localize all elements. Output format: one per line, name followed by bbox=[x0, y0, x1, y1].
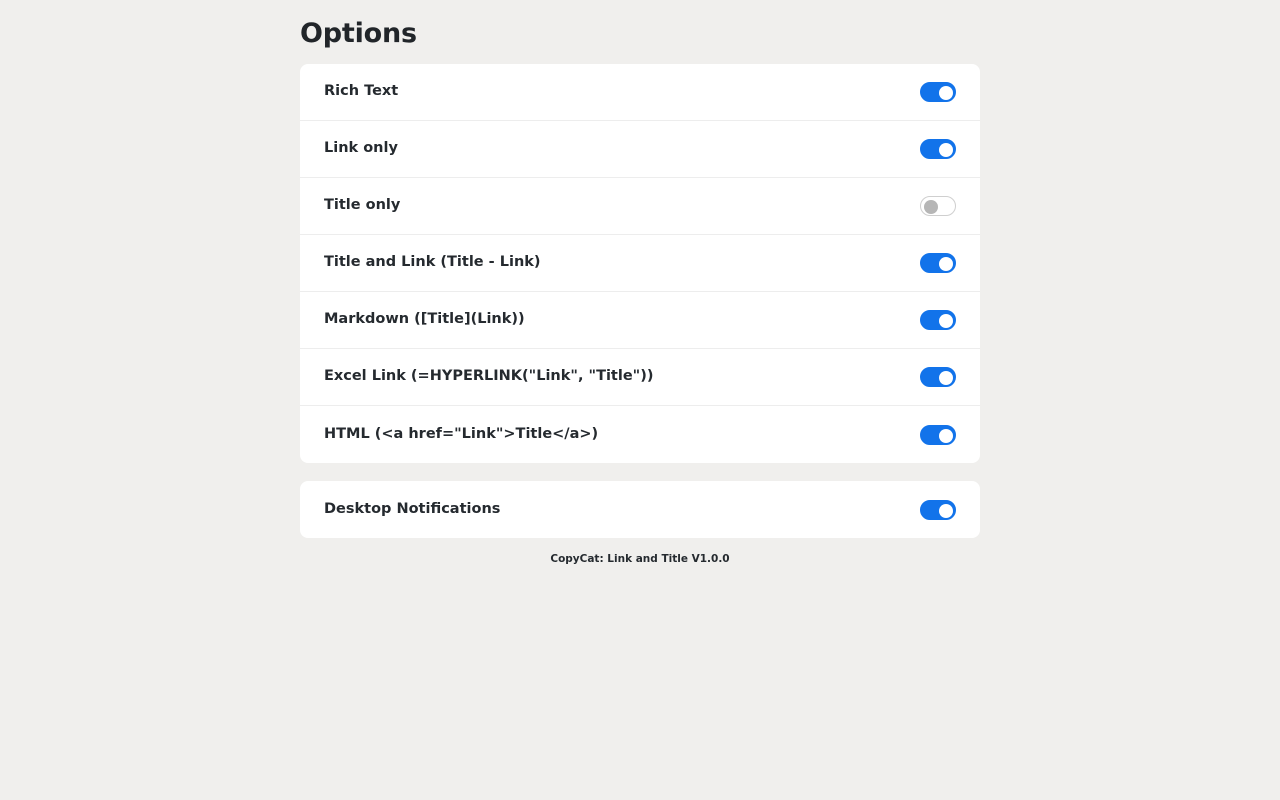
option-label: Title only bbox=[324, 197, 401, 214]
toggle-knob-icon bbox=[939, 503, 953, 518]
option-label: Title and Link (Title - Link) bbox=[324, 254, 541, 271]
footer-version-text: CopyCat: Link and Title V1.0.0 bbox=[550, 553, 730, 565]
option-row-title-only[interactable]: Title only bbox=[300, 178, 980, 235]
option-label: Desktop Notifications bbox=[324, 500, 501, 517]
toggle-knob-icon bbox=[939, 428, 953, 443]
toggle-markdown-title-link[interactable] bbox=[920, 310, 956, 330]
options-page: Options Rich Text Link only Title only Titl… bbox=[0, 0, 1280, 800]
option-label: Link only bbox=[324, 140, 398, 157]
toggle-knob-icon bbox=[939, 371, 953, 385]
option-label: Excel Link (=HYPERLINK("Link", "Title")) bbox=[324, 368, 654, 385]
toggle-knob-icon bbox=[939, 86, 953, 100]
options-content: Options Rich Text Link only Title only Titl… bbox=[300, 0, 980, 566]
option-row-link-only[interactable]: Link only bbox=[300, 121, 980, 178]
toggle-knob-icon bbox=[924, 200, 938, 214]
toggle-desktop-notifications[interactable] bbox=[920, 499, 956, 520]
option-row-html-a-href-link-title-a[interactable]: HTML (<a href="Link">Title</a>) bbox=[300, 406, 980, 463]
option-row-excel-link-hyperlink-link-title[interactable]: Excel Link (=HYPERLINK("Link", "Title")) bbox=[300, 349, 980, 406]
toggle-knob-icon bbox=[939, 143, 953, 157]
option-row-markdown-title-link[interactable]: Markdown ([Title](Link)) bbox=[300, 292, 980, 349]
toggle-link-only[interactable] bbox=[920, 139, 956, 159]
option-row-rich-text[interactable]: Rich Text bbox=[300, 64, 980, 121]
option-label: Rich Text bbox=[324, 83, 399, 100]
option-row-title-and-link-title-link[interactable]: Title and Link (Title - Link) bbox=[300, 235, 980, 292]
option-label: Markdown ([Title](Link)) bbox=[324, 311, 525, 328]
page-title: Options bbox=[300, 18, 417, 49]
format-options-card: Rich Text Link only Title only Title and Li… bbox=[300, 64, 980, 463]
toggle-knob-icon bbox=[939, 257, 953, 271]
option-row-desktop-notifications[interactable]: Desktop Notifications bbox=[300, 481, 980, 538]
toggle-title-only[interactable] bbox=[920, 196, 956, 216]
option-label: HTML (<a href="Link">Title</a>) bbox=[324, 425, 599, 442]
toggle-knob-icon bbox=[939, 314, 953, 328]
notification-options-card: Desktop Notifications bbox=[300, 481, 980, 538]
toggle-title-and-link-title-link[interactable] bbox=[920, 253, 956, 273]
toggle-rich-text[interactable] bbox=[920, 82, 956, 102]
toggle-html-a-href-link-title-a[interactable] bbox=[920, 424, 956, 445]
toggle-excel-link-hyperlink-link-title[interactable] bbox=[920, 367, 956, 387]
